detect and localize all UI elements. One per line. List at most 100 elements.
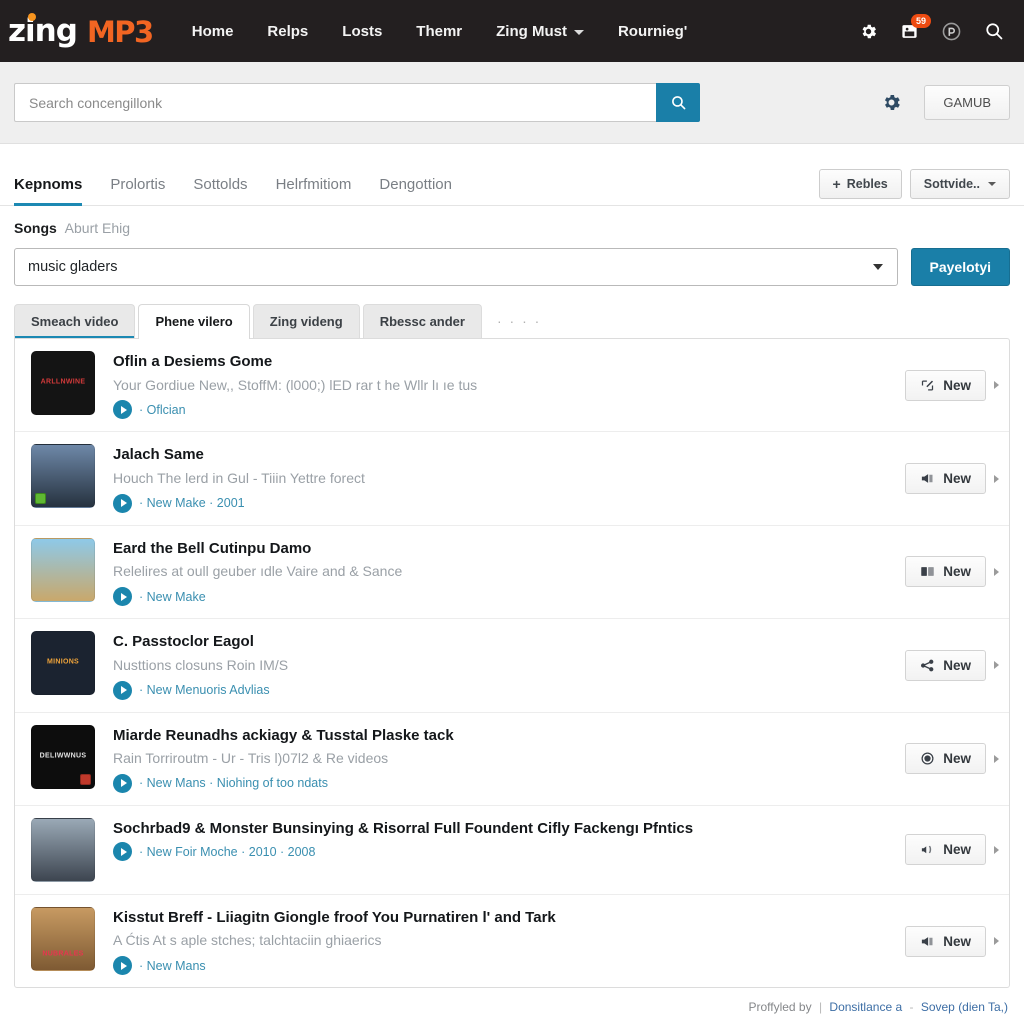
row-subtitle: A Ćtis At s aple stches; talchtaciin ghi… (113, 932, 382, 949)
subtab-label: Zing videng (269, 314, 343, 329)
footer-link-two[interactable]: Sovep (dien Ta,) (921, 1000, 1008, 1014)
nav-right-icons: 59 (859, 13, 1010, 42)
play-icon[interactable] (113, 400, 132, 420)
row-meta: · New Mans (113, 956, 897, 976)
new-button[interactable]: New (905, 834, 986, 866)
row-title[interactable]: C. Passtoclor Eagol (113, 632, 897, 652)
tab-helrfmitiom[interactable]: Helrfmitiom (262, 176, 366, 205)
section-heading: Songs Aburt Ehig (0, 206, 1024, 236)
thumbnail: MINIONS (31, 631, 95, 696)
nav-item-rournieg[interactable]: Rournieg' (601, 15, 704, 48)
speaker-icon (922, 474, 933, 483)
row-title[interactable]: Sochrbad9 & Monster Bunsinying & Risorra… (113, 819, 897, 839)
profile-icon[interactable] (941, 21, 962, 42)
row-actions: New (897, 743, 999, 775)
chevron-right-icon[interactable] (994, 845, 999, 854)
window-icon (921, 567, 934, 577)
row-actions: New (897, 556, 999, 588)
play-icon[interactable] (113, 587, 132, 607)
table-row[interactable]: DELIWWNUS Miarde Reunadhs ackiagy & Tuss… (15, 713, 1009, 806)
search-input[interactable] (14, 83, 656, 122)
chevron-right-icon[interactable] (994, 381, 999, 390)
new-button[interactable]: New (905, 556, 986, 588)
subtab-overflow-button[interactable]: · · · · (485, 304, 553, 338)
add-rebles-button[interactable]: + Rebles (818, 169, 902, 199)
table-row[interactable]: Jalach Same Houch The lerd in Gul - Tiii… (15, 432, 1009, 526)
chevron-right-icon[interactable] (994, 754, 999, 763)
payelotyi-button[interactable]: Payelotyi (910, 248, 1010, 286)
row-title[interactable]: Oflin a Desiems Gome (113, 352, 897, 372)
screen-share-icon (922, 380, 934, 391)
row-body: Miarde Reunadhs ackiagy & Tusstal Plaske… (113, 725, 897, 793)
table-row[interactable]: ARLLNWINE Oflin a Desiems Gome Your Gord… (15, 339, 1009, 433)
search-submit-button[interactable] (656, 83, 700, 122)
tab-dengottion[interactable]: Dengottion (365, 176, 466, 205)
search-icon[interactable] (984, 21, 1004, 41)
row-title[interactable]: Kisstut Breff - Liiagitn Giongle froof Y… (113, 908, 897, 928)
row-meta-text: · Oflcian (139, 402, 186, 417)
gamub-button[interactable]: GAMUB (924, 85, 1010, 120)
logo-secondary-label: MP3 (86, 14, 154, 49)
row-subtitle: Rain Torriroutm - Ur - Tris l)07l2 & Re … (113, 750, 389, 767)
new-button[interactable]: New (905, 925, 986, 957)
record-icon (921, 752, 934, 765)
subtab-rbessc-ander[interactable]: Rbessc ander (362, 304, 482, 338)
play-icon[interactable] (113, 842, 132, 862)
chevron-right-icon[interactable] (994, 474, 999, 483)
tab-label: Helrfmitiom (275, 176, 352, 193)
chevron-down-icon (573, 29, 584, 35)
row-actions: New (897, 649, 999, 681)
tab-label: Kepnoms (14, 176, 83, 193)
footer-dash: - (909, 1000, 914, 1015)
sottvide-dropdown-button[interactable]: Sottvide.. (909, 169, 1010, 199)
chevron-right-icon[interactable] (994, 661, 999, 670)
subtab-smeach-video[interactable]: Smeach video (14, 304, 136, 339)
inbox-icon[interactable]: 59 (900, 13, 932, 41)
row-meta: · New Menuoris Advlias (113, 680, 897, 700)
table-row[interactable]: MINIONS C. Passtoclor Eagol Nusttions cl… (15, 619, 1009, 713)
nav-item-losts[interactable]: Losts (325, 15, 399, 48)
chevron-right-icon[interactable] (994, 567, 999, 576)
row-meta-text: · New Foir Moche · 2010 · 2008 (139, 844, 316, 859)
table-row[interactable]: Eard the Bell Cutinpu Damo Relelires at … (15, 526, 1009, 620)
tab-kepnoms[interactable]: Kepnoms (14, 176, 96, 206)
table-row[interactable]: NUBRALES Kisstut Breff - Liiagitn Giongl… (15, 895, 1009, 987)
new-button-label: New (943, 471, 971, 487)
tab-sottolds[interactable]: Sottolds (179, 176, 261, 205)
site-logo[interactable]: zing MP3 (8, 12, 154, 49)
footer-link-one[interactable]: Donsitlance a (829, 1000, 902, 1014)
row-subtitle: Nusttions closuns Roin IM/S (113, 656, 289, 673)
row-title[interactable]: Eard the Bell Cutinpu Damo (113, 539, 897, 559)
subtab-zing-videng[interactable]: Zing videng (252, 304, 360, 338)
playlist-select[interactable]: music gladers (14, 248, 898, 286)
new-button[interactable]: New (905, 743, 986, 775)
add-rebles-label: Rebles (846, 177, 888, 191)
new-button[interactable]: New (905, 649, 986, 681)
play-icon[interactable] (113, 956, 132, 976)
chevron-down-icon (872, 264, 883, 270)
new-button[interactable]: New (905, 369, 986, 401)
row-meta: · New Mans · Niohing of too ndats (113, 773, 897, 793)
chevron-right-icon[interactable] (994, 937, 999, 946)
row-body: Oflin a Desiems Gome Your Gordiue New,, … (113, 351, 897, 420)
nav-item-home[interactable]: Home (175, 15, 251, 48)
play-icon[interactable] (113, 773, 132, 793)
tab-prolortis[interactable]: Prolortis (96, 176, 179, 205)
nav-item-label: Zing Must (496, 22, 567, 40)
nav-item-themr[interactable]: Themr (399, 15, 479, 48)
row-meta-text: · New Mans (139, 958, 206, 973)
row-meta-text: · New Make (139, 589, 206, 604)
search-row-right: GAMUB (881, 85, 1010, 120)
play-icon[interactable] (113, 680, 132, 700)
play-icon[interactable] (113, 493, 132, 513)
nav-item-zing-must[interactable]: Zing Must (479, 15, 601, 48)
row-title[interactable]: Miarde Reunadhs ackiagy & Tusstal Plaske… (113, 726, 897, 746)
new-button[interactable]: New (905, 463, 986, 495)
table-row[interactable]: Sochrbad9 & Monster Bunsinying & Risorra… (15, 806, 1009, 895)
nav-item-relps[interactable]: Relps (250, 15, 325, 48)
gear-icon[interactable] (859, 22, 878, 41)
row-actions: New (897, 834, 999, 866)
gear-icon[interactable] (881, 92, 902, 113)
subtab-phene-vilero[interactable]: Phene vilero (138, 304, 250, 339)
row-title[interactable]: Jalach Same (113, 445, 897, 465)
